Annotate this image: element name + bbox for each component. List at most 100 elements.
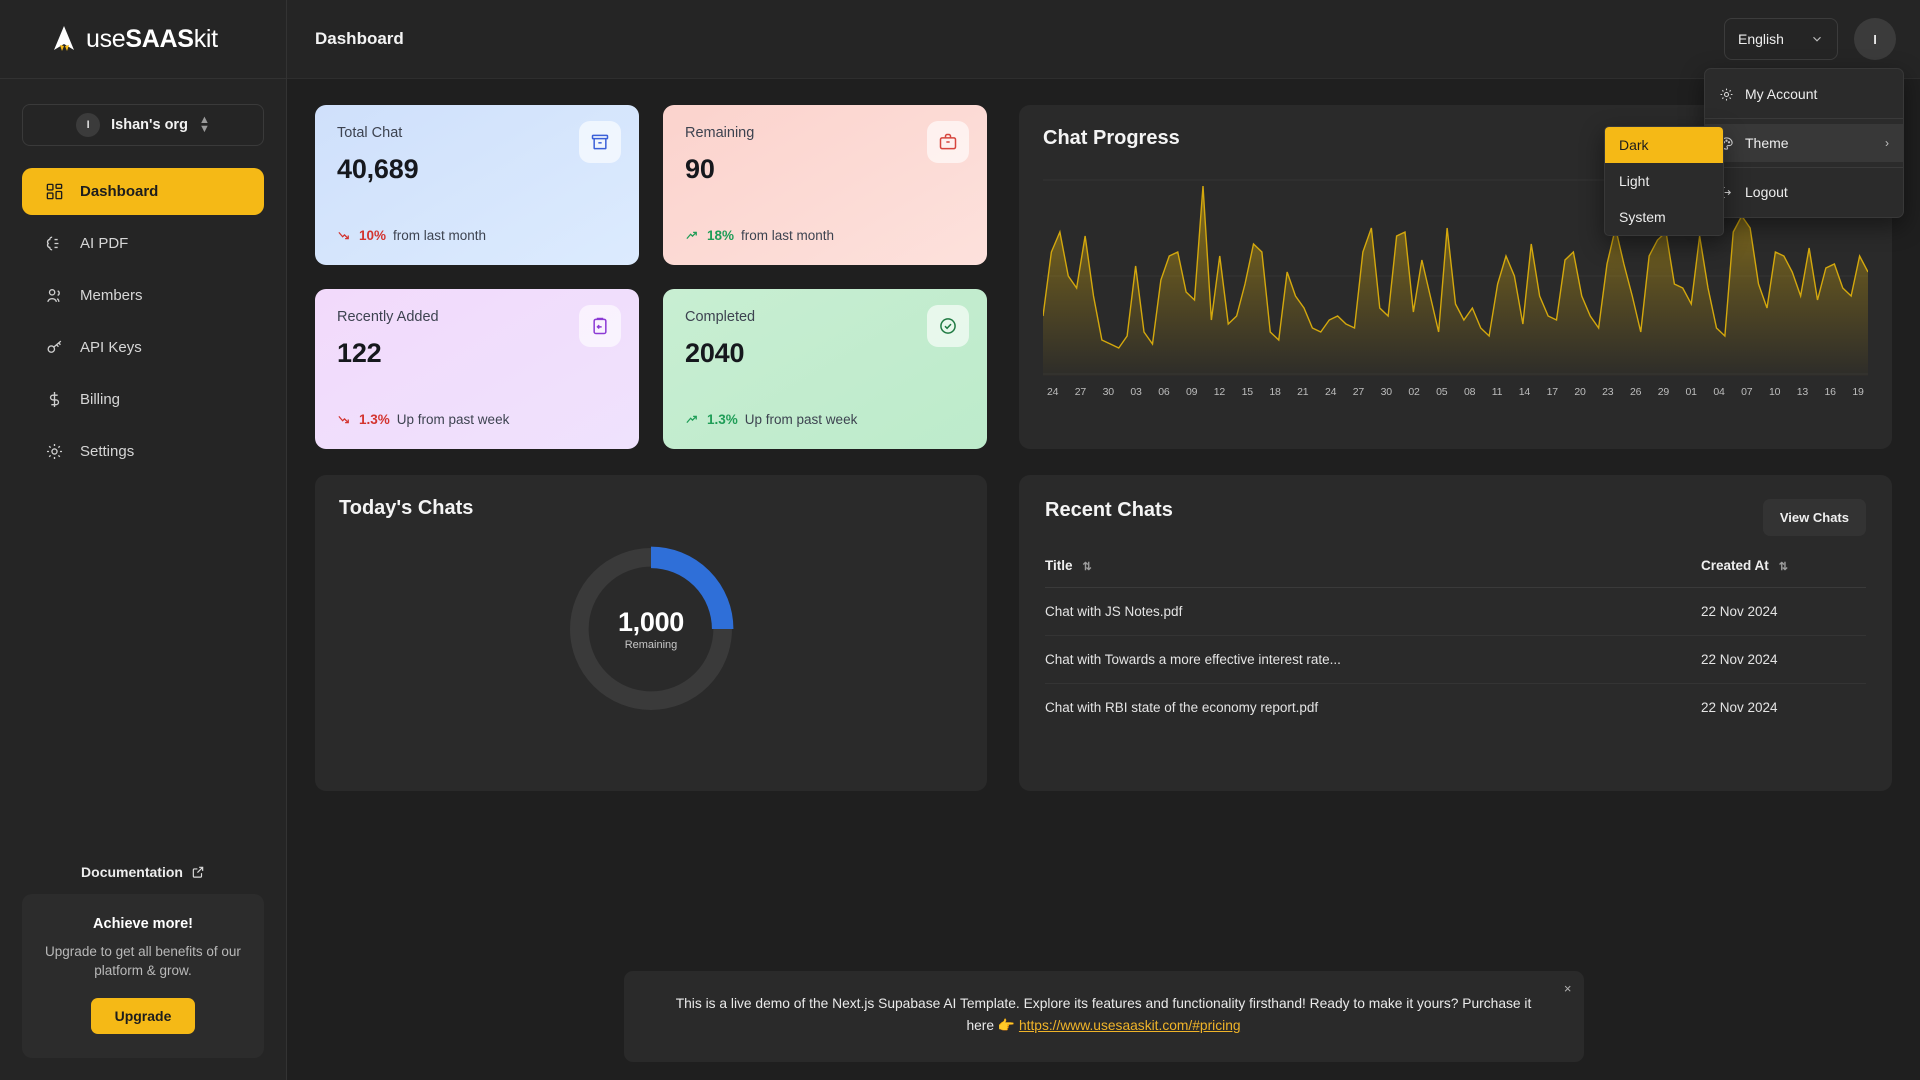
stat-trend-text: from last month [741,228,835,243]
menu-item-theme[interactable]: Theme › [1705,124,1903,162]
stat-value: 2040 [685,338,745,368]
stat-trend: 18% from last month [685,228,834,243]
x-tick-label: 21 [1297,386,1309,398]
main-area: Dashboard English I Total Chat 40,689 10… [287,0,1920,1080]
ai-brain-icon [44,234,64,254]
column-created-at[interactable]: Created At ⇅ [1701,558,1866,588]
demo-banner: × This is a live demo of the Next.js Sup… [623,970,1584,1062]
sidebar-item-label: API Keys [80,339,142,356]
x-tick-label: 11 [1491,386,1503,398]
chart-x-axis: 24 27 30 03 06 09 12 15 18 21 24 27 30 02 05 08 11 14 17 20… [1043,386,1868,398]
dashboard-app: useSAASkit I Ishan's org ▲ ▼ Dashboard AI… [0,0,1920,1080]
chevron-updown-icon: ▲ ▼ [198,114,210,135]
x-tick-label: 24 [1324,386,1337,398]
chat-created-at: 22 Nov 2024 [1701,700,1778,715]
chevron-down-icon [1813,36,1821,42]
stat-label: Recently Added [337,309,439,325]
trend-down-icon [338,231,349,240]
org-name: Ishan's org [111,117,188,133]
x-tick-label: 24 [1047,386,1059,398]
stat-label: Total Chat [337,125,403,141]
chat-created-at: 22 Nov 2024 [1701,587,1866,636]
stat-cards: Total Chat 40,689 10% from last month Re… [315,105,987,449]
brand-logo[interactable]: useSAASkit [0,0,286,79]
stat-label: Completed [685,309,756,325]
x-tick-label: 30 [1380,386,1392,398]
sidebar-item-dashboard[interactable]: Dashboard [22,168,264,215]
sidebar-item-label: AI PDF [80,235,129,252]
menu-item-logout[interactable]: Logout [1705,173,1903,211]
column-created-at-label: Created At [1701,558,1769,573]
sort-icon[interactable]: ⇅ [1779,561,1788,573]
sort-icon[interactable]: ⇅ [1083,561,1092,573]
org-switcher[interactable]: I Ishan's org ▲ ▼ [22,104,264,146]
recent-chats-title: Recent Chats [1045,499,1173,521]
page-title: Dashboard [315,29,404,48]
pointing-hand-icon: 👉 [997,1018,1016,1034]
x-tick-label: 17 [1546,386,1558,398]
topbar-actions: English I [1724,18,1896,60]
todays-chats-panel: Today's Chats 1,000 Remaining [315,475,987,791]
x-tick-label: 13 [1796,386,1809,398]
sidebar-item-ai-pdf[interactable]: AI PDF [22,220,264,267]
donut-value: 1,000 [617,607,685,637]
chat-title: Chat with Towards a more effective inter… [1045,635,1701,684]
x-tick-label: 04 [1713,386,1725,398]
table-row[interactable]: Chat with RBI state of the economy repor… [1045,684,1866,732]
column-title-label: Title [1045,558,1073,573]
chevron-right-icon: › [1885,136,1889,150]
brand-bold: SAAS [125,24,194,53]
x-tick-label: 27 [1074,386,1087,398]
column-title[interactable]: Title ⇅ [1045,558,1701,588]
brand-prefix: use [86,24,126,53]
documentation-link[interactable]: Documentation [0,864,286,894]
sidebar: useSAASkit I Ishan's org ▲ ▼ Dashboard AI… [0,0,287,1080]
pricing-link[interactable]: https://www.usesaaskit.com/#pricing [1019,1018,1241,1033]
trend-down-icon [338,415,349,424]
theme-option-light[interactable]: Light [1605,163,1723,199]
stat-value: 122 [337,338,382,368]
language-select[interactable]: English [1724,18,1838,60]
archive-box-icon [579,121,621,163]
gear-icon [1720,88,1733,100]
stat-trend-text: from last month [393,228,487,243]
menu-divider [1705,167,1903,168]
stat-percent: 1.3% [707,412,738,427]
clipboard-import-icon [579,305,621,347]
avatar[interactable]: I [1854,18,1896,60]
upgrade-button[interactable]: Upgrade [90,998,196,1034]
banner-line1: This is a live demo of the Next.js Supab… [675,995,1414,1011]
recent-chats-header: Recent Chats View Chats [1045,499,1866,536]
theme-option-system[interactable]: System [1605,199,1723,235]
table-row[interactable]: Chat with Towards a more effective inter… [1045,635,1866,684]
donut-caption: Remaining [624,639,678,651]
table-header-row: Title ⇅ Created At ⇅ [1045,558,1866,588]
recent-chats-table: Title ⇅ Created At ⇅ Chat with JS Notes.pd… [1045,558,1866,731]
upgrade-card: Achieve more! Upgrade to get all benefit… [22,893,264,1058]
dashboard-grid-icon [44,182,64,202]
close-icon[interactable]: × [1564,978,1572,999]
menu-item-label: Logout [1745,184,1788,200]
stat-trend: 1.3% Up from past week [337,412,509,427]
x-tick-label: 16 [1824,386,1836,398]
sidebar-item-label: Settings [80,443,135,460]
stat-trend-text: Up from past week [744,412,858,427]
table-row[interactable]: Chat with JS Notes.pdf 22 Nov 2024 [1045,587,1866,636]
sidebar-item-billing[interactable]: Billing [22,376,264,423]
x-tick-label: 18 [1269,386,1281,398]
stat-value: 90 [685,154,715,184]
stat-trend: 1.3% Up from past week [685,412,857,427]
stat-card-completed: Completed 2040 1.3% Up from past week [663,289,987,449]
x-tick-label: 15 [1241,386,1253,398]
view-chats-button[interactable]: View Chats [1762,499,1866,536]
menu-item-my-account[interactable]: My Account [1705,75,1903,113]
chat-title: Chat with JS Notes.pdf [1045,587,1701,636]
sidebar-item-members[interactable]: Members [22,272,264,319]
sidebar-item-settings[interactable]: Settings [22,428,264,475]
theme-option-dark[interactable]: Dark [1605,127,1723,163]
x-tick-label: 30 [1102,386,1114,398]
chat-title: Chat with RBI state of the economy repor… [1045,700,1319,715]
topbar: Dashboard English I [287,0,1920,79]
sidebar-item-api-keys[interactable]: API Keys [22,324,264,371]
x-tick-label: 10 [1768,386,1781,398]
